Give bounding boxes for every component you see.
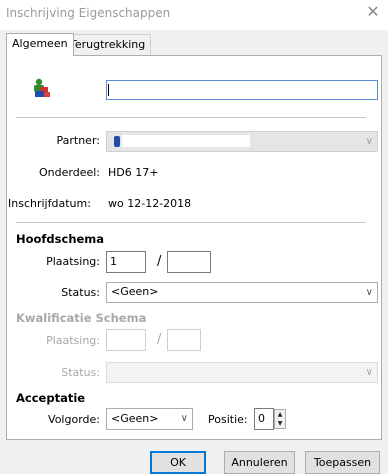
status-label: Status: <box>61 286 100 299</box>
slash: / <box>157 254 162 269</box>
kwalificatie-total-input[interactable] <box>167 329 201 351</box>
volgorde-select[interactable]: <Geen> ∨ <box>106 408 193 430</box>
kwalificatie-plaatsing-input[interactable] <box>106 329 146 351</box>
inschrijfdatum-value: wo 12-12-2018 <box>108 197 192 210</box>
apply-button[interactable]: Toepassen <box>305 451 380 474</box>
status-value: <Geen> <box>111 285 159 298</box>
user-group-icon <box>32 78 52 98</box>
cancel-button[interactable]: Annuleren <box>224 451 295 474</box>
name-field[interactable] <box>106 80 378 100</box>
tab-algemeen[interactable]: Algemeen <box>6 33 74 56</box>
close-icon[interactable]: ✕ <box>364 3 382 21</box>
divider <box>16 222 366 223</box>
onderdeel-label: Onderdeel: <box>39 166 100 179</box>
partner-label: Partner: <box>56 134 101 147</box>
hoofdschema-header: Hoofdschema <box>16 232 105 246</box>
kwalificatie-header: Kwalificatie Schema <box>16 311 147 325</box>
positie-input[interactable]: 0 <box>254 408 274 430</box>
acceptatie-header: Acceptatie <box>16 391 86 405</box>
spin-up-icon[interactable]: ▲ <box>275 410 285 419</box>
chevron-down-icon: ∨ <box>365 367 373 378</box>
slash: / <box>157 332 162 347</box>
volgorde-value: <Geen> <box>111 412 159 425</box>
partner-icon <box>114 136 120 147</box>
divider <box>16 117 366 118</box>
chevron-down-icon: ∨ <box>365 136 373 147</box>
plaatsing-input[interactable]: 1 <box>106 251 146 273</box>
chevron-down-icon: ∨ <box>180 413 188 424</box>
spin-down-icon[interactable]: ▼ <box>275 419 285 428</box>
kwalificatie-status-label: Status: <box>61 366 100 379</box>
volgorde-label: Volgorde: <box>48 413 100 426</box>
partner-redacted <box>122 135 250 147</box>
text-cursor <box>108 84 109 96</box>
window-title: Inschrijving Eigenschappen <box>6 6 171 20</box>
kwalificatie-status-select[interactable]: ∨ <box>106 362 378 383</box>
onderdeel-value: HD6 17+ <box>108 166 159 179</box>
plaatsing-total-input[interactable] <box>167 251 211 273</box>
positie-spinner[interactable]: ▲ ▼ <box>274 409 286 429</box>
ok-button[interactable]: OK <box>150 451 206 474</box>
tab-terugtrekking[interactable]: Terugtrekking <box>64 34 152 55</box>
positie-label: Positie: <box>208 413 248 426</box>
inschrijfdatum-label: Inschrijfdatum: <box>8 197 91 210</box>
plaatsing-label: Plaatsing: <box>46 255 100 268</box>
status-select[interactable]: <Geen> ∨ <box>106 282 378 303</box>
chevron-down-icon: ∨ <box>365 287 373 298</box>
kwalificatie-plaatsing-label: Plaatsing: <box>46 334 100 347</box>
